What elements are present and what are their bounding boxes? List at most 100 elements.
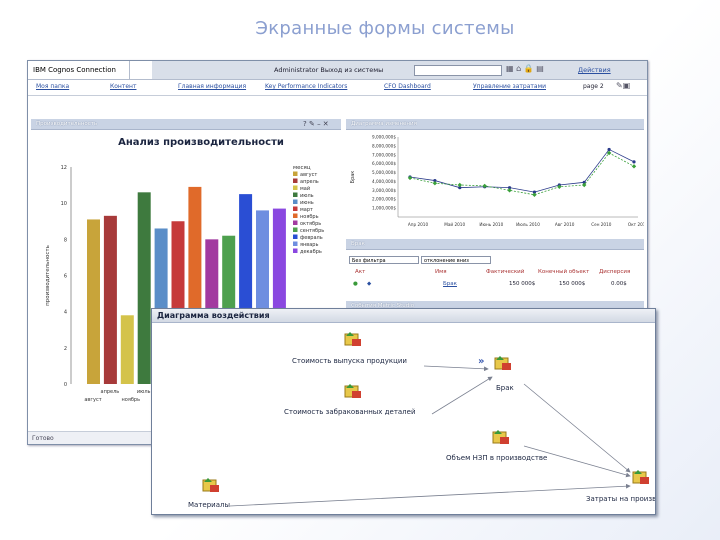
x-tick-label: Авг 2010 [555,222,575,227]
filter-select[interactable]: Без фильтра [349,256,419,264]
x-tick-label: июль [137,389,151,395]
table-cell[interactable]: Брак [443,281,457,287]
series-line [409,152,635,196]
metric-icon[interactable] [344,383,362,399]
legend-title: месяц [293,165,311,171]
legend-swatch [293,213,298,218]
tab-cost-management[interactable]: Управление затратами [473,83,546,90]
y-tick-label: 12 [61,165,67,171]
help-icon[interactable]: ? [303,120,307,128]
y-tick-label: 4 [64,310,67,316]
legend-label: май [300,185,310,192]
bar [103,215,117,384]
node-materials[interactable]: Материалы [188,501,230,509]
edit-icon[interactable]: ✎ [616,81,623,90]
lock-icon[interactable]: 🔒 [524,64,534,73]
metric-icon[interactable] [494,355,512,371]
x-tick-label: ноябрь [122,397,141,403]
table-cell: 150 000$ [509,281,536,287]
legend-swatch [293,192,298,197]
data-point [457,182,462,188]
x-tick-label: Май 2010 [444,222,465,227]
legend-swatch [293,185,298,190]
column-header[interactable]: Фактический [486,269,524,275]
metric-icon[interactable] [632,469,650,485]
legend-label: октябрь [300,221,321,227]
metric-icon[interactable] [492,429,510,445]
close-icon[interactable]: ✕ [323,120,329,128]
connector-line [431,376,493,415]
x-tick-label: Июнь 2010 [479,222,503,227]
edit-icon[interactable]: ✎ [309,120,315,128]
y-tick-label: 4,000,000$ [372,179,396,184]
column-header[interactable]: Конечный объект [538,269,589,275]
grid-icon[interactable]: ▦ [506,64,514,73]
y-tick-label: 3,000,000$ [372,188,396,193]
legend-label: декабрь [300,249,322,255]
brand-spacer [130,61,152,79]
legend-swatch [293,178,298,183]
impact-diagram-title: Диаграмма воздействия [152,309,655,323]
metric-icon[interactable] [344,331,362,347]
data-point [482,183,487,189]
tab-content[interactable]: Контент [110,83,136,90]
home-icon[interactable]: ⌂ [516,64,521,73]
actions-link[interactable]: Действия [578,61,611,79]
trend-icon: ◆ [367,281,372,287]
trend-portlet-header: Диаграмма изменения [346,119,644,130]
y-axis-label: Брак [350,171,356,184]
legend-label: сентябрь [300,228,324,234]
y-tick-label: 1,000,000$ [372,206,396,211]
portlet-controls[interactable]: ? ✎ – ✕ [303,119,329,130]
tab-kpi[interactable]: Key Performance Indicators [265,83,347,90]
legend-label: апрель [300,179,319,185]
data-point [507,188,512,193]
data-point [407,175,413,181]
node-production-expenses[interactable]: Затраты на производство [586,495,655,503]
slide-title: Экранные формы системы [255,18,515,39]
layout-icon[interactable]: ▣ [623,81,631,90]
x-tick-label: апрель [101,389,120,395]
node-wip-volume[interactable]: Объем НЗП в производстве [446,454,547,462]
node-production-cost[interactable]: Стоимость выпуска продукции [292,357,407,365]
page-indicator: page 2 [583,83,604,90]
search-input[interactable] [414,65,502,76]
legend-swatch [293,199,298,204]
folder-icon[interactable]: ▤ [536,64,544,73]
legend-swatch [293,171,298,176]
y-axis-label: производительность [45,245,51,306]
column-header[interactable]: Акт [355,269,365,275]
bar [120,315,134,384]
node-rejected-parts-cost[interactable]: Стоимость забракованных деталей [284,408,416,416]
y-tick-label: 2 [64,346,67,352]
y-tick-label: 6,000,000$ [372,161,396,166]
page-toolbar[interactable]: ✎▣ [616,81,630,90]
metric-icon[interactable] [202,477,220,493]
data-point [631,164,637,169]
user-label[interactable]: Administrator Выход из системы [274,61,383,79]
legend-label: март [300,207,313,213]
tab-my-folder[interactable]: Моя папка [36,83,69,90]
data-point [432,181,438,186]
x-tick-label: Сен 2010 [591,222,612,227]
legend-label: июль [300,193,314,199]
data-point [532,192,537,197]
brak-portlet-header: Брак [346,239,644,250]
connector-line [229,483,631,507]
series-line [409,148,635,193]
tab-cfo-dashboard[interactable]: CFO Dashboard [384,83,431,90]
y-tick-label: 0 [64,382,67,388]
legend-label: январь [300,242,318,248]
y-tick-label: 9,000,000$ [372,135,396,140]
tab-main-info[interactable]: Главная информация [178,83,246,90]
column-header[interactable]: Дисперсия [599,269,630,275]
legend-swatch [293,234,298,239]
data-point [607,147,611,152]
minimize-icon[interactable]: – [317,120,321,128]
status-icon: ● [353,281,358,287]
y-tick-label: 5,000,000$ [372,170,396,175]
sort-select[interactable]: отклонение вниз [421,256,491,264]
node-brak[interactable]: Брак [496,384,514,392]
toolbar-icons[interactable]: ▦ ⌂ 🔒 ▤ [506,64,544,73]
column-header[interactable]: Имя [435,269,447,275]
